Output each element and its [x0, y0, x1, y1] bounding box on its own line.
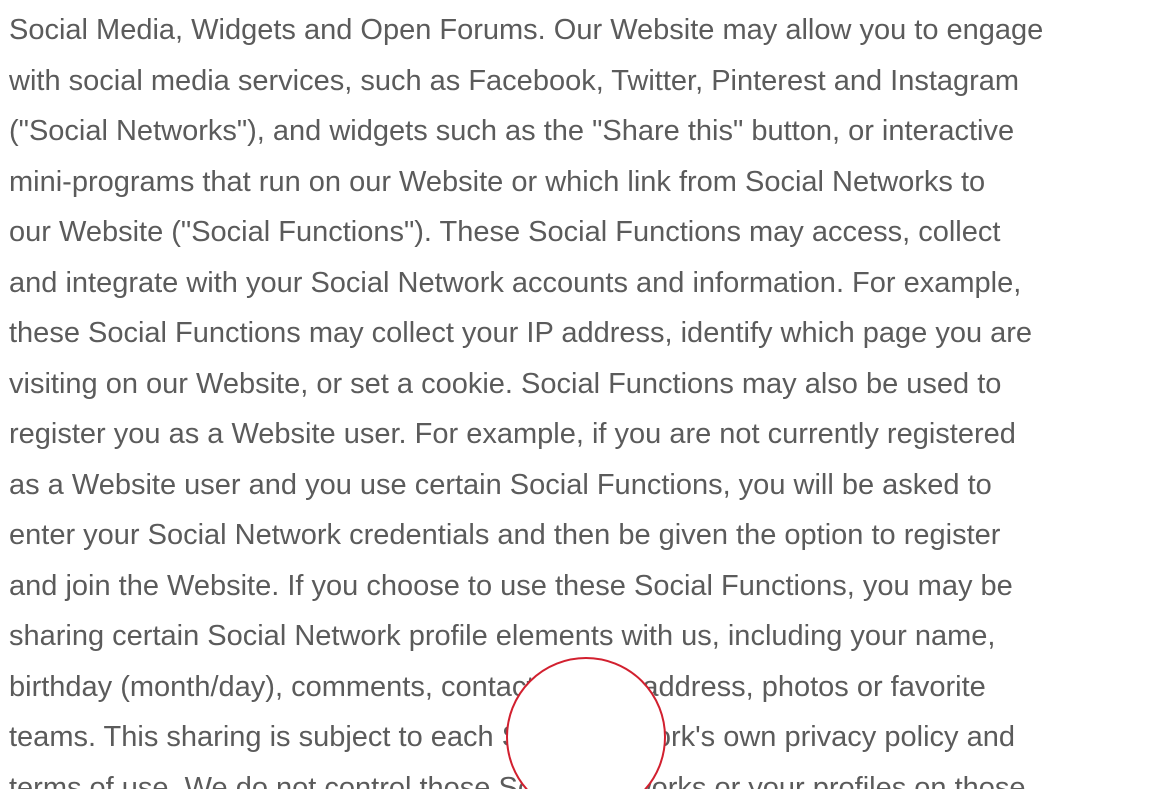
paragraph-line: with social media services, such as Face…: [9, 64, 1020, 97]
paragraph-line: enter your Social Network credentials an…: [9, 519, 1001, 551]
paragraph-line: visiting on our Website, or set a cookie…: [9, 367, 1002, 400]
paragraph-line: these Social Functions may collect your …: [9, 317, 1033, 349]
page: Social Media, Widgets and Open Forums. O…: [0, 0, 1167, 789]
paragraph-line: our Website ("Social Functions"). These …: [9, 216, 1001, 248]
paragraph-line: ("Social Networks"), and widgets such as…: [9, 115, 1015, 147]
paragraph-line: and join the Website. If you choose to u…: [9, 569, 1013, 602]
paragraph-line: sharing certain Social Network profile e…: [9, 620, 996, 652]
paragraph-line: register you as a Website user. For exam…: [9, 418, 1016, 450]
paragraph-line: mini-programs that run on our Website or…: [9, 165, 986, 198]
paragraph-line: as a Website user and you use certain So…: [9, 468, 992, 501]
paragraph-line: Social Media, Widgets and Open Forums. O…: [9, 14, 1044, 46]
paragraph-line: and integrate with your Social Network a…: [9, 266, 1022, 299]
